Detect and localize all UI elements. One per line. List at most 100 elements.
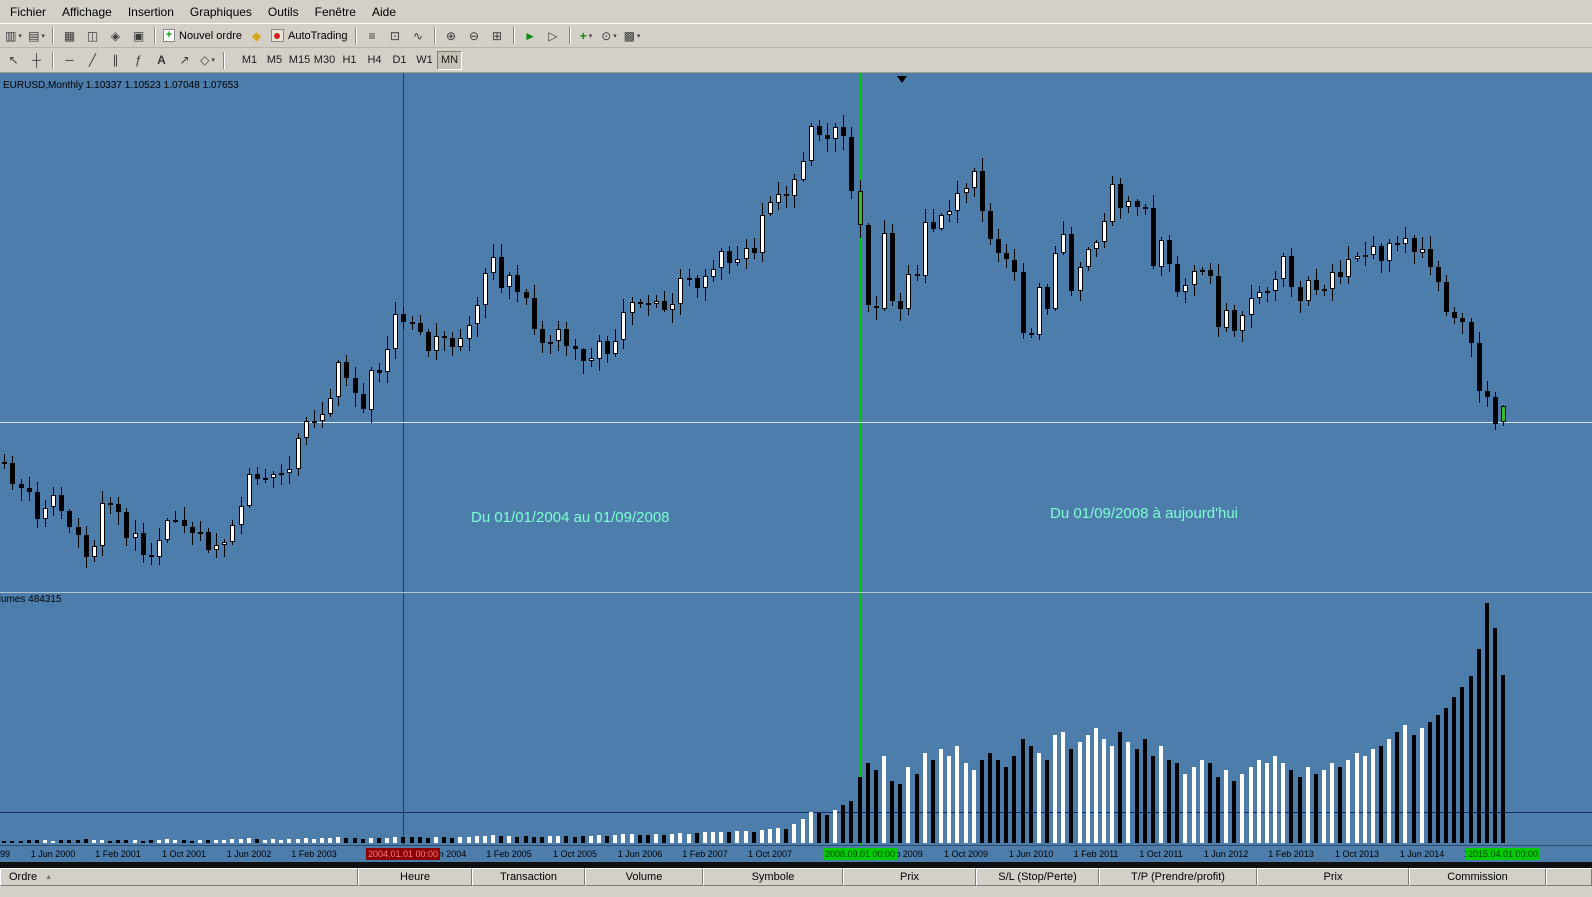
column-header-prix-8[interactable]: Prix — [1257, 868, 1409, 886]
line-chart-icon: ∿ — [413, 30, 423, 42]
indicators-button[interactable]: +▾ — [576, 25, 597, 46]
volume-bar — [124, 840, 128, 843]
horizontal-line-button[interactable]: ─ — [59, 50, 80, 71]
new-order-button[interactable]: + Nouvel ordre — [161, 25, 244, 46]
candle — [1086, 249, 1091, 267]
column-header-ordre-0[interactable]: Ordre▲ — [0, 868, 358, 886]
timeframe-mn-button[interactable]: MN — [437, 51, 462, 70]
candle — [817, 126, 822, 135]
column-header-transaction-2[interactable]: Transaction — [472, 868, 585, 886]
template-button[interactable]: ▩▾ — [622, 25, 643, 46]
tile-windows-button[interactable]: ⊞ — [487, 25, 508, 46]
vertical-line-object[interactable] — [403, 73, 404, 845]
arrow-tool-button[interactable]: ↗ — [174, 50, 195, 71]
timeframe-d1-button[interactable]: D1 — [387, 51, 412, 70]
chart-shift-button[interactable]: ▷ — [543, 25, 564, 46]
volume-bar — [410, 837, 414, 843]
navigator-button[interactable]: ◈ — [105, 25, 126, 46]
candle — [964, 188, 969, 193]
volume-bar — [442, 837, 446, 843]
volume-bar — [1322, 770, 1326, 843]
menu-item-affichage[interactable]: Affichage — [54, 2, 120, 22]
chart-canvas[interactable]: EURUSD,Monthly 1.10337 1.10523 1.07048 1… — [0, 73, 1592, 845]
candle — [833, 127, 838, 139]
toolbar-separator — [52, 52, 54, 69]
candle — [1314, 280, 1319, 290]
column-header-volume-3[interactable]: Volume — [585, 868, 703, 886]
volume-bar — [1151, 756, 1155, 843]
volume-bar — [1118, 732, 1122, 843]
periods-button[interactable]: ⊙▾ — [599, 25, 620, 46]
candle — [141, 533, 146, 555]
timeframe-m15-button[interactable]: M15 — [287, 51, 312, 70]
timeframe-m30-button[interactable]: M30 — [312, 51, 337, 70]
sort-icon: ▲ — [45, 874, 52, 881]
terminal-button[interactable]: ▣ — [128, 25, 149, 46]
new-chart-button[interactable]: ▥▾ — [3, 25, 24, 46]
time-axis-label: 1 Feb 2003 — [291, 849, 337, 859]
column-header-symbole-4[interactable]: Symbole — [703, 868, 843, 886]
annotation-period-1[interactable]: Du 01/01/2004 au 01/09/2008 — [471, 509, 670, 526]
menu-item-aide[interactable]: Aide — [364, 2, 404, 22]
volume-bar — [556, 836, 560, 843]
volume-bar — [467, 837, 471, 843]
candle — [662, 301, 667, 310]
timeframe-w1-button[interactable]: W1 — [412, 51, 437, 70]
menu-item-fenetre[interactable]: Fenêtre — [307, 2, 364, 22]
zoom-out-button[interactable]: ⊖ — [464, 25, 485, 46]
candle — [1371, 246, 1376, 255]
trendline-button[interactable]: ╱ — [82, 50, 103, 71]
column-header-s-l-stop-perte--6[interactable]: S/L (Stop/Perte) — [976, 868, 1099, 886]
timeframe-m1-button[interactable]: M1 — [237, 51, 262, 70]
candle — [263, 478, 268, 480]
autotrading-button[interactable]: AutoTrading — [269, 25, 350, 46]
menu-item-graphiques[interactable]: Graphiques — [182, 2, 260, 22]
candle — [426, 332, 431, 351]
candle — [784, 194, 789, 196]
auto-scroll-button[interactable]: ► — [520, 25, 541, 46]
text-button[interactable]: A — [151, 50, 172, 71]
cursor-button[interactable]: ↖ — [3, 50, 24, 71]
candle — [1265, 291, 1270, 293]
channel-button[interactable]: ∥ — [105, 50, 126, 71]
shapes-button[interactable]: ◇▾ — [197, 50, 218, 71]
market-watch-button[interactable]: ▦ — [59, 25, 80, 46]
timeframe-h4-button[interactable]: H4 — [362, 51, 387, 70]
candle — [1403, 238, 1408, 244]
column-header-heure-1[interactable]: Heure — [358, 868, 472, 886]
data-window-button[interactable]: ◫ — [82, 25, 103, 46]
volume-bar — [361, 839, 365, 843]
arrow-marker[interactable] — [897, 76, 907, 83]
timeframe-m5-button[interactable]: M5 — [262, 51, 287, 70]
fibonacci-button[interactable]: ƒ — [128, 50, 149, 71]
column-header-t-p-prendre-profit--7[interactable]: T/P (Prendre/profit) — [1099, 868, 1257, 886]
volume-bar — [654, 834, 658, 843]
candle — [1143, 207, 1148, 209]
volume-bar — [1094, 728, 1098, 843]
volume-bar — [1444, 708, 1448, 843]
metaeditor-button[interactable]: ◆ — [246, 25, 267, 46]
menu-item-insertion[interactable]: Insertion — [120, 2, 182, 22]
candle — [1330, 272, 1335, 289]
menu-item-fichier[interactable]: Fichier — [2, 2, 54, 22]
column-header-commission-9[interactable]: Commission — [1409, 868, 1546, 886]
line-chart-button[interactable]: ∿ — [408, 25, 429, 46]
column-header-prix-5[interactable]: Prix — [843, 868, 976, 886]
candle — [898, 301, 903, 309]
candle — [507, 275, 512, 287]
time-axis[interactable]: 1 Oct 19991 Jun 20001 Feb 20011 Oct 2001… — [0, 845, 1592, 862]
timeframe-h1-button[interactable]: H1 — [337, 51, 362, 70]
crosshair-button[interactable]: ┼ — [26, 50, 47, 71]
menu-item-outils[interactable]: Outils — [260, 2, 307, 22]
profiles-button[interactable]: ▤▾ — [26, 25, 47, 46]
toolbar-separator — [223, 52, 225, 69]
zoom-in-button[interactable]: ⊕ — [441, 25, 462, 46]
bar-chart-button[interactable]: ≡ — [362, 25, 383, 46]
volumes-label: Volumes 484315 — [0, 594, 62, 605]
volume-bar — [214, 840, 218, 843]
terminal-icon: ▣ — [133, 30, 144, 42]
volume-bar — [499, 836, 503, 843]
annotation-period-2[interactable]: Du 01/09/2008 à aujourd'hui — [1050, 505, 1238, 522]
candlestick-button[interactable]: ⊡ — [385, 25, 406, 46]
volume-bar — [1257, 760, 1261, 843]
